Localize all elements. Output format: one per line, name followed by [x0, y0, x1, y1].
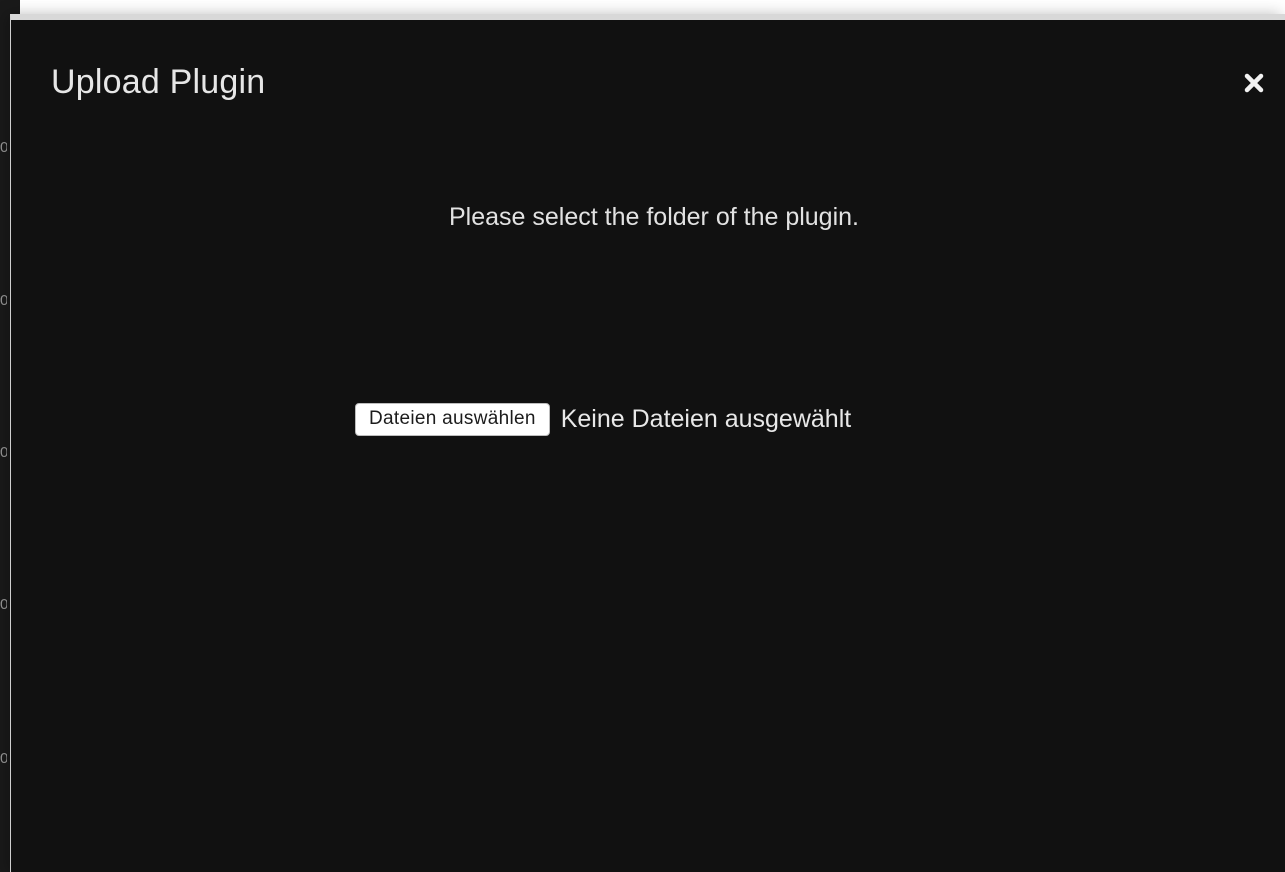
- choose-files-button[interactable]: Dateien auswählen: [355, 403, 550, 436]
- close-icon: [1244, 73, 1264, 93]
- file-status-text: Keine Dateien ausgewählt: [560, 405, 852, 433]
- modal-title: Upload Plugin: [51, 63, 266, 101]
- instruction-text: Please select the folder of the plugin.: [449, 203, 859, 231]
- close-button[interactable]: [1239, 68, 1269, 98]
- file-input[interactable]: Dateien auswählen Keine Dateien ausgewäh…: [355, 403, 851, 436]
- upload-plugin-modal: Upload Plugin Please select the folder o…: [10, 14, 1285, 872]
